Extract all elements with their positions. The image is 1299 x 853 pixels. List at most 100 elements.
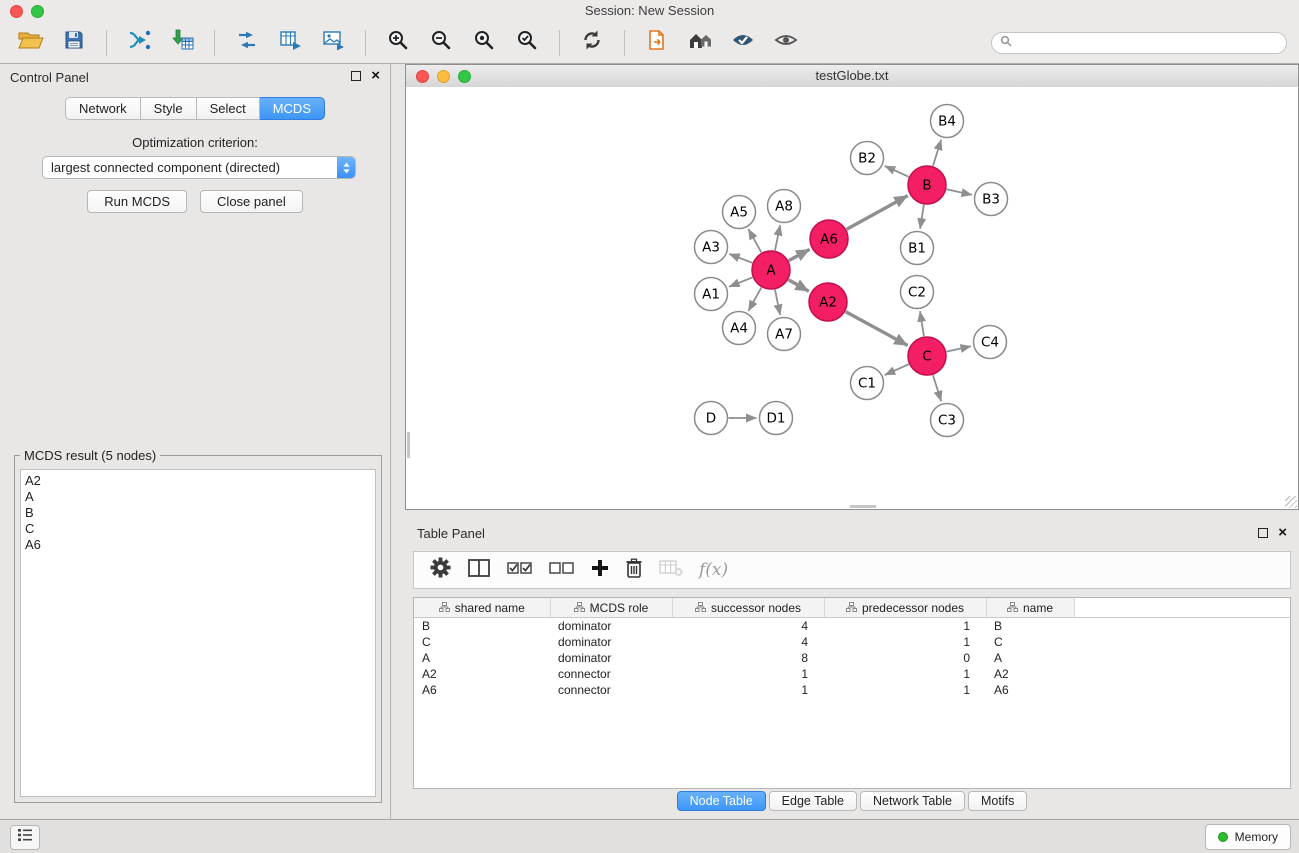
graph-node-B3[interactable]: B3 — [975, 183, 1008, 216]
table-cell[interactable]: 1 — [824, 682, 986, 698]
graph-edge-C-C3[interactable] — [933, 375, 941, 401]
graph-edge-A-A6[interactable] — [789, 249, 810, 260]
graph-edge-B-B1[interactable] — [920, 205, 924, 229]
table-cell[interactable]: dominator — [550, 634, 672, 650]
tab-mcds[interactable]: MCDS — [260, 97, 325, 120]
zoom-in-button[interactable] — [379, 26, 417, 60]
table-cell[interactable]: A — [414, 650, 550, 666]
graph-node-A1[interactable]: A1 — [695, 278, 728, 311]
tab-motifs[interactable]: Motifs — [968, 791, 1027, 811]
graph-node-B1[interactable]: B1 — [901, 232, 934, 265]
graph-node-A2[interactable]: A2 — [809, 283, 847, 321]
export-table-button[interactable] — [271, 26, 309, 60]
table-cell[interactable]: 1 — [824, 618, 986, 635]
graph-edge-A-A1[interactable] — [729, 277, 752, 286]
table-cell[interactable]: 0 — [824, 650, 986, 666]
graph-edge-A-A8[interactable] — [775, 225, 780, 250]
table-cell[interactable]: connector — [550, 666, 672, 682]
run-mcds-button[interactable]: Run MCDS — [87, 190, 187, 213]
network-minimize-button[interactable] — [437, 70, 450, 83]
table-cell[interactable]: A2 — [986, 666, 1074, 682]
horizontal-scroll-indicator[interactable] — [850, 505, 876, 508]
zoom-fit-button[interactable] — [465, 26, 503, 60]
table-cell[interactable]: A6 — [414, 682, 550, 698]
network-zoom-button[interactable] — [458, 70, 471, 83]
search-input[interactable] — [1017, 35, 1278, 51]
import-table-button[interactable] — [163, 26, 201, 60]
show-columns-button[interactable] — [467, 558, 491, 583]
close-table-panel-icon[interactable]: × — [1278, 526, 1287, 540]
graph-edge-B-B2[interactable] — [885, 166, 909, 177]
table-cell[interactable]: dominator — [550, 650, 672, 666]
graph-node-C[interactable]: C — [908, 337, 946, 375]
table-cell[interactable]: 1 — [824, 634, 986, 650]
graph-node-C4[interactable]: C4 — [974, 326, 1007, 359]
memory-button[interactable]: Memory — [1205, 824, 1291, 850]
graph-node-A5[interactable]: A5 — [723, 196, 756, 229]
table-cell[interactable]: A — [986, 650, 1074, 666]
graph-node-D1[interactable]: D1 — [760, 402, 793, 435]
graph-node-C3[interactable]: C3 — [931, 404, 964, 437]
mcds-result-item[interactable]: A6 — [25, 537, 375, 553]
tab-select[interactable]: Select — [197, 97, 260, 120]
refresh-button[interactable] — [573, 26, 611, 60]
table-cell[interactable]: B — [986, 618, 1074, 635]
tab-edge-table[interactable]: Edge Table — [769, 791, 857, 811]
resize-grip[interactable] — [1285, 496, 1297, 508]
graph-node-A4[interactable]: A4 — [723, 312, 756, 345]
table-cell[interactable]: 8 — [672, 650, 824, 666]
close-panel-button[interactable]: Close panel — [200, 190, 303, 213]
zoom-out-button[interactable] — [422, 26, 460, 60]
graph-edge-A-A2[interactable] — [788, 280, 808, 291]
column-header-mcds-role[interactable]: MCDS role — [550, 598, 672, 618]
graph-edge-C-C1[interactable] — [885, 364, 909, 375]
table-row[interactable]: Cdominator41C — [414, 634, 1290, 650]
graph-node-A3[interactable]: A3 — [695, 231, 728, 264]
criterion-select[interactable]: largest connected component (directed) — [42, 156, 356, 179]
graph-node-C2[interactable]: C2 — [901, 276, 934, 309]
close-window-button[interactable] — [10, 5, 23, 18]
zoom-selected-button[interactable] — [508, 26, 546, 60]
mcds-result-list[interactable]: A2ABCA6 — [20, 469, 376, 797]
table-cell[interactable]: 4 — [672, 618, 824, 635]
zoom-window-button[interactable] — [31, 5, 44, 18]
home-button[interactable] — [681, 26, 719, 60]
tab-node-table[interactable]: Node Table — [677, 791, 766, 811]
delete-columns-button[interactable] — [625, 558, 643, 583]
float-table-panel-icon[interactable] — [1258, 528, 1268, 538]
graph-edge-B-B4[interactable] — [933, 140, 941, 166]
show-graphics-eye-button[interactable] — [767, 26, 805, 60]
column-header-name[interactable]: name — [986, 598, 1074, 618]
mcds-result-item[interactable]: C — [25, 521, 375, 537]
network-close-button[interactable] — [416, 70, 429, 83]
create-column-button[interactable] — [591, 559, 609, 582]
table-row[interactable]: Adominator80A — [414, 650, 1290, 666]
table-cell[interactable]: A2 — [414, 666, 550, 682]
graph-edge-A6-B[interactable] — [847, 196, 908, 230]
tab-network[interactable]: Network — [65, 97, 141, 120]
table-row[interactable]: A6connector11A6 — [414, 682, 1290, 698]
graph-edge-A-A4[interactable] — [748, 288, 761, 311]
close-panel-icon[interactable]: × — [371, 69, 380, 83]
table-row[interactable]: Bdominator41B — [414, 618, 1290, 635]
table-cell[interactable]: B — [414, 618, 550, 635]
graph-node-B2[interactable]: B2 — [851, 142, 884, 175]
table-cell[interactable]: connector — [550, 682, 672, 698]
column-settings-gear-button[interactable] — [430, 557, 451, 583]
deselect-all-rows-button[interactable] — [549, 559, 575, 582]
annotation-document-button[interactable] — [638, 26, 676, 60]
graph-edge-B-B3[interactable] — [947, 189, 972, 195]
table-cell[interactable]: A6 — [986, 682, 1074, 698]
network-graph[interactable]: B4B2BB3A5A8A6A3B1AC2A1A2A4A7C4CC1C3DD1 — [406, 87, 1298, 509]
table-row[interactable]: A2connector11A2 — [414, 666, 1290, 682]
graph-node-B4[interactable]: B4 — [931, 105, 964, 138]
export-image-button[interactable] — [314, 26, 352, 60]
float-panel-icon[interactable] — [351, 71, 361, 81]
mcds-result-item[interactable]: A2 — [25, 473, 375, 489]
table-cell[interactable]: 1 — [824, 666, 986, 682]
table-cell[interactable]: dominator — [550, 618, 672, 635]
graph-node-D[interactable]: D — [695, 402, 728, 435]
column-header-predecessor-nodes[interactable]: predecessor nodes — [824, 598, 986, 618]
import-network-button[interactable] — [120, 26, 158, 60]
table-cell[interactable]: C — [986, 634, 1074, 650]
